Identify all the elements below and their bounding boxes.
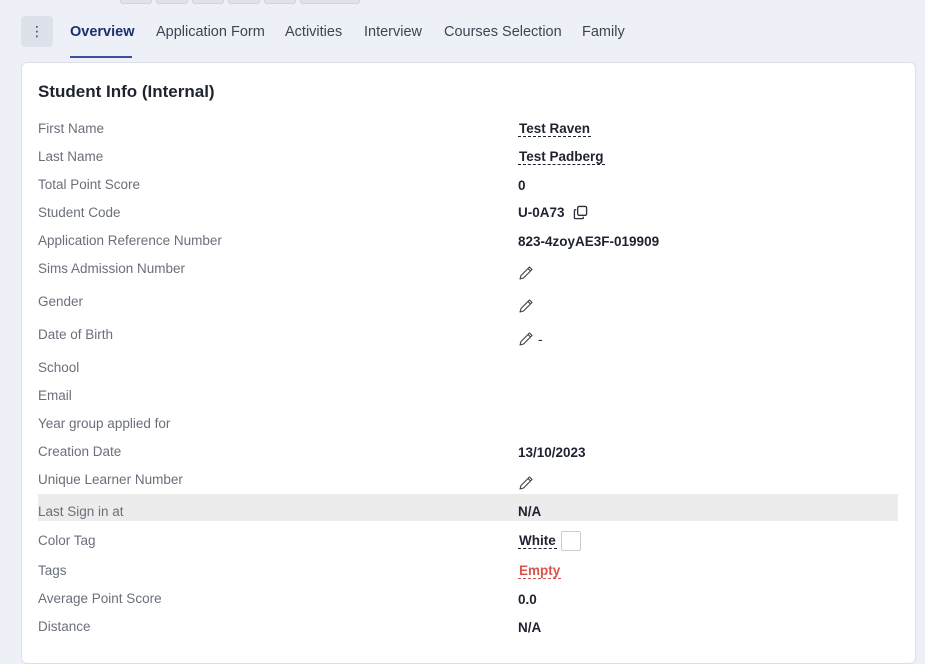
- tab-application-form[interactable]: Application Form: [156, 24, 265, 40]
- field-label: Year group applied for: [38, 416, 171, 431]
- field-label: Color Tag: [38, 533, 96, 548]
- field-label: Distance: [38, 619, 91, 634]
- field-row-year-group: Year group applied for: [38, 416, 898, 438]
- toolbar-stub: [300, 0, 360, 4]
- field-row-total-point-score: Total Point Score 0: [38, 177, 898, 199]
- copy-icon[interactable]: [573, 205, 588, 220]
- tab-overview[interactable]: Overview: [70, 24, 135, 40]
- distance-value: N/A: [518, 620, 542, 635]
- edit-pencil-icon[interactable]: [518, 475, 534, 491]
- tab-activities[interactable]: Activities: [285, 24, 342, 40]
- field-label: Gender: [38, 294, 84, 309]
- field-label: Unique Learner Number: [38, 472, 183, 487]
- edit-pencil-icon[interactable]: [518, 265, 534, 281]
- field-label: Last Sign in at: [38, 504, 124, 519]
- tab-bar: ⋮ Overview Application Form Activities I…: [21, 16, 914, 58]
- tags-empty-link[interactable]: Empty: [518, 563, 562, 579]
- tab-interview[interactable]: Interview: [364, 24, 422, 40]
- color-tag-value[interactable]: White: [518, 533, 557, 549]
- last-sign-in-value: N/A: [518, 504, 542, 519]
- toolbar-stub: [156, 0, 188, 4]
- first-name-value[interactable]: Test Raven: [518, 121, 592, 137]
- field-row-gender: Gender: [38, 294, 898, 324]
- application-reference-number-value: 823-4zoyAE3F-019909: [518, 234, 660, 249]
- field-label: Total Point Score: [38, 177, 141, 192]
- creation-date-value: 13/10/2023: [518, 445, 586, 460]
- card-title: Student Info (Internal): [38, 82, 215, 101]
- field-label: Sims Admission Number: [38, 261, 186, 276]
- field-label: Date of Birth: [38, 327, 114, 342]
- field-row-creation-date: Creation Date 13/10/2023: [38, 444, 898, 466]
- edit-pencil-icon[interactable]: [518, 331, 534, 347]
- tab-courses-selection[interactable]: Courses Selection: [444, 24, 562, 40]
- student-info-card: Student Info (Internal) First Name Test …: [21, 62, 916, 664]
- edit-pencil-icon[interactable]: [518, 298, 534, 314]
- field-label: Last Name: [38, 149, 104, 164]
- field-row-color-tag: Color Tag White: [38, 531, 898, 559]
- field-row-sims-admission-number: Sims Admission Number: [38, 261, 898, 291]
- field-row-distance: Distance N/A: [38, 619, 898, 641]
- student-code-value: U-0A73: [518, 205, 565, 220]
- date-of-birth-value: -: [538, 331, 543, 347]
- field-label: Creation Date: [38, 444, 122, 459]
- active-tab-indicator: [70, 56, 132, 58]
- field-row-first-name: First Name Test Raven: [38, 121, 898, 143]
- field-label: Average Point Score: [38, 591, 162, 606]
- field-row-application-reference-number: Application Reference Number 823-4zoyAE3…: [38, 233, 898, 255]
- color-swatch[interactable]: [560, 531, 581, 551]
- field-label: School: [38, 360, 80, 375]
- toolbar-stub: [192, 0, 224, 4]
- field-row-average-point-score: Average Point Score 0.0: [38, 591, 898, 613]
- field-row-last-sign-in: Last Sign in at N/A: [38, 494, 898, 521]
- last-name-value[interactable]: Test Padberg: [518, 149, 605, 165]
- field-label: Application Reference Number: [38, 233, 222, 248]
- field-row-date-of-birth: Date of Birth -: [38, 327, 898, 357]
- field-row-school: School: [38, 360, 898, 382]
- tab-family[interactable]: Family: [582, 24, 625, 40]
- field-row-tags: Tags Empty: [38, 563, 898, 585]
- total-point-score-value: 0: [518, 178, 526, 193]
- more-menu-button[interactable]: ⋮: [21, 16, 53, 47]
- field-row-last-name: Last Name Test Padberg: [38, 149, 898, 171]
- toolbar-stub: [120, 0, 152, 4]
- field-label: First Name: [38, 121, 105, 136]
- field-row-student-code: Student Code U-0A73: [38, 205, 898, 227]
- average-point-score-value: 0.0: [518, 592, 537, 607]
- more-vertical-icon: ⋮: [30, 23, 44, 39]
- field-label: Student Code: [38, 205, 121, 220]
- field-label: Tags: [38, 563, 67, 578]
- toolbar-stub: [264, 0, 296, 4]
- field-row-unique-learner-number: Unique Learner Number: [38, 472, 898, 494]
- field-label: Email: [38, 388, 72, 403]
- toolbar-stub: [228, 0, 260, 4]
- field-row-email: Email: [38, 388, 898, 410]
